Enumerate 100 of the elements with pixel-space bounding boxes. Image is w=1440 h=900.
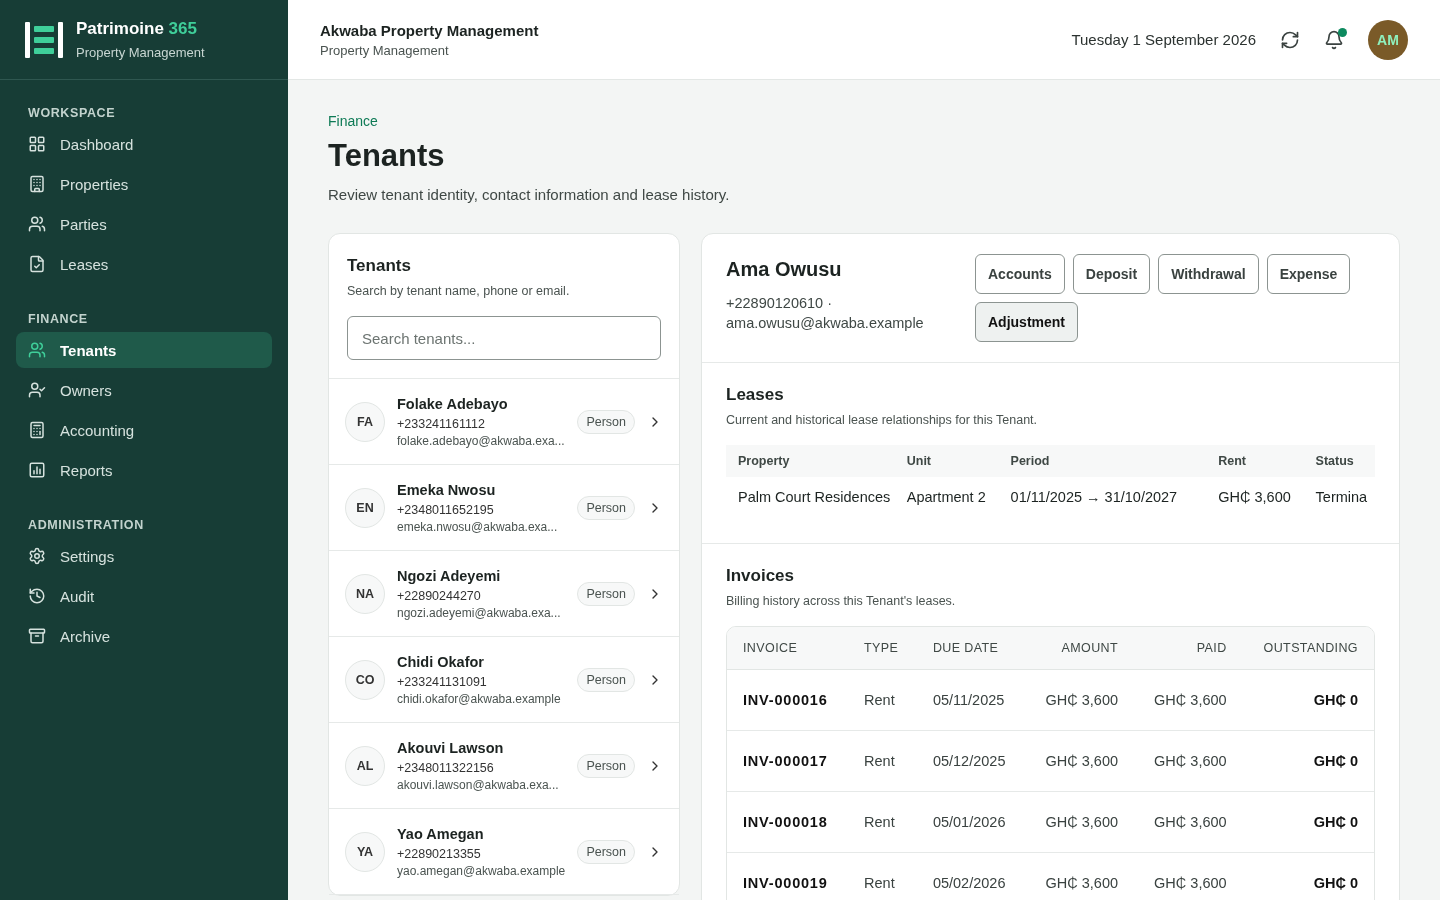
table-cell: Rent xyxy=(848,669,917,730)
current-date: Tuesday 1 September 2026 xyxy=(1071,31,1256,48)
tenant-row[interactable]: NA Ngozi Adeyemi +22890244270 ngozi.adeyemi@akwaba.exa... Person xyxy=(329,551,679,637)
initials-avatar: NA xyxy=(345,573,385,614)
tenant-email: folake.adebayo@akwaba.exa... xyxy=(397,433,566,448)
company-name: Akwaba Property Management xyxy=(320,21,539,39)
refresh-button[interactable] xyxy=(1280,29,1300,50)
section-title: Invoices xyxy=(726,566,796,586)
column-header: DUE DATE xyxy=(916,627,1026,669)
section-title: FINANCE xyxy=(27,312,89,326)
column-header: INVOICE xyxy=(727,627,849,669)
archive-icon xyxy=(28,627,46,645)
grid-icon xyxy=(28,135,46,153)
user-check-icon xyxy=(28,381,46,399)
tenant-row[interactable]: EN Emeka Nwosu +2348011652195 emeka.nwosu@akwaba.exa... Person xyxy=(329,465,679,551)
notifications-button[interactable] xyxy=(1324,29,1344,50)
table-cell: 01/11/2025 → 31/10/2027 xyxy=(998,477,1207,517)
logo-icon xyxy=(25,21,63,58)
section-title: Leases xyxy=(726,385,785,405)
table-cell: GH₵ 3,600 xyxy=(1025,669,1135,730)
sidebar-item[interactable]: Tenants xyxy=(16,332,272,368)
column-header: Rent xyxy=(1206,445,1304,477)
initials-avatar: AL xyxy=(345,745,385,786)
sidebar-item[interactable]: Parties xyxy=(16,206,272,242)
tenant-phone: +233241131091 xyxy=(397,674,488,689)
document-icon xyxy=(28,255,46,273)
sidebar-item[interactable]: Accounting xyxy=(16,412,272,448)
table-cell: INV-000018 xyxy=(727,791,849,852)
tenant-name: Emeka Nwosu xyxy=(397,481,497,498)
table-cell: INV-000016 xyxy=(727,669,849,730)
tenant-email: ngozi.adeyemi@akwaba.exa... xyxy=(397,605,562,620)
initials-avatar: FA xyxy=(345,401,385,442)
table-cell: 05/11/2025 xyxy=(916,669,1026,730)
tenant-row[interactable]: AL Akouvi Lawson +2348011322156 akouvi.lawson@akwaba.exa... Person xyxy=(329,723,679,809)
tenant-email: ama.owusu@akwaba.example xyxy=(726,314,924,333)
page-title: Tenants xyxy=(328,138,446,174)
action-button[interactable]: Deposit xyxy=(1072,254,1151,294)
tenant-row[interactable]: YA Yao Amegan +22890213355 yao.amegan@akwaba.example Person xyxy=(329,809,679,895)
sidebar-item[interactable]: Leases xyxy=(16,246,272,282)
table-cell: Termina xyxy=(1303,477,1375,517)
sidebar-item[interactable]: Properties xyxy=(16,166,272,202)
brand-subtitle: Property Management xyxy=(76,45,205,60)
sidebar-item[interactable]: Settings xyxy=(16,538,272,574)
tenant-phone: +22890244270 xyxy=(397,588,482,603)
sidebar-item[interactable]: Audit xyxy=(16,578,272,614)
table-cell: GH₵ 0 xyxy=(1242,730,1374,791)
action-button[interactable]: Accounts xyxy=(975,254,1065,294)
tenant-phone: +22890120610 · xyxy=(726,294,834,313)
tenant-phone: +22890213355 xyxy=(397,846,482,861)
type-tag: Person xyxy=(577,409,635,434)
table-cell: Rent xyxy=(848,791,917,852)
chart-icon xyxy=(28,461,46,479)
table-cell: GH₵ 3,600 xyxy=(1206,477,1304,517)
tenant-row[interactable]: FA Folake Adebayo +233241161112 folake.adebayo@akwaba.exa... Person xyxy=(329,379,679,465)
table-cell: 05/01/2026 xyxy=(916,791,1026,852)
breadcrumb-link[interactable]: Finance xyxy=(328,113,378,129)
page-description: Review tenant identity, contact information and lease history. xyxy=(328,186,731,203)
table-cell: INV-000017 xyxy=(727,730,849,791)
user-avatar[interactable]: AM xyxy=(1368,19,1408,60)
tenant-phone: +233241161112 xyxy=(397,416,486,431)
column-header: Unit xyxy=(894,445,999,477)
tenant-name: Akouvi Lawson xyxy=(397,739,505,756)
action-button[interactable]: Adjustment xyxy=(975,302,1078,342)
sidebar-item[interactable]: Reports xyxy=(16,452,272,488)
sidebar-item[interactable]: Owners xyxy=(16,372,272,408)
search-field[interactable]: Search tenants... xyxy=(347,316,661,360)
tenant-email: emeka.nwosu@akwaba.exa... xyxy=(397,519,559,534)
column-header: OUTSTANDING xyxy=(1242,627,1374,669)
table-cell: GH₵ 3,600 xyxy=(1025,730,1135,791)
type-tag: Person xyxy=(577,581,635,606)
sidebar-item[interactable]: Archive xyxy=(16,618,272,654)
section-title: WORKSPACE xyxy=(27,106,117,120)
column-header: Period xyxy=(998,445,1207,477)
table-cell: GH₵ 3,600 xyxy=(1025,791,1135,852)
type-tag: Person xyxy=(577,495,635,520)
settings-icon xyxy=(28,547,46,565)
tenant-name: Ngozi Adeyemi xyxy=(397,567,502,584)
table-cell: 05/12/2025 xyxy=(916,730,1026,791)
table-cell: GH₵ 3,600 xyxy=(1025,852,1135,900)
type-tag: Person xyxy=(577,839,635,864)
column-header: Property xyxy=(726,445,895,477)
sidebar-item[interactable]: Dashboard xyxy=(16,126,272,162)
action-button[interactable]: Withdrawal xyxy=(1158,254,1259,294)
column-header: Status xyxy=(1303,445,1375,477)
type-tag: Person xyxy=(577,667,635,692)
action-button[interactable]: Expense xyxy=(1266,254,1351,294)
tenant-name: Ama Owusu xyxy=(726,258,843,281)
tenant-email: yao.amegan@akwaba.example xyxy=(397,863,566,878)
table-cell: GH₵ 3,600 xyxy=(1134,669,1243,730)
table-cell: GH₵ 0 xyxy=(1242,791,1374,852)
tenant-phone: +2348011322156 xyxy=(397,760,495,775)
table-cell: GH₵ 0 xyxy=(1242,669,1374,730)
tenant-row[interactable]: CO Chidi Okafor +233241131091 chidi.okafor@akwaba.example Person xyxy=(329,637,679,723)
users-icon xyxy=(28,341,46,359)
initials-avatar: EN xyxy=(345,487,385,528)
section-description: Billing history across this Tenant's leases. xyxy=(726,594,957,608)
tenant-name: Folake Adebayo xyxy=(397,395,509,412)
table-cell: Rent xyxy=(848,730,917,791)
brand-name: Patrimoine 365 xyxy=(76,19,198,39)
table-cell: GH₵ 0 xyxy=(1242,852,1374,900)
